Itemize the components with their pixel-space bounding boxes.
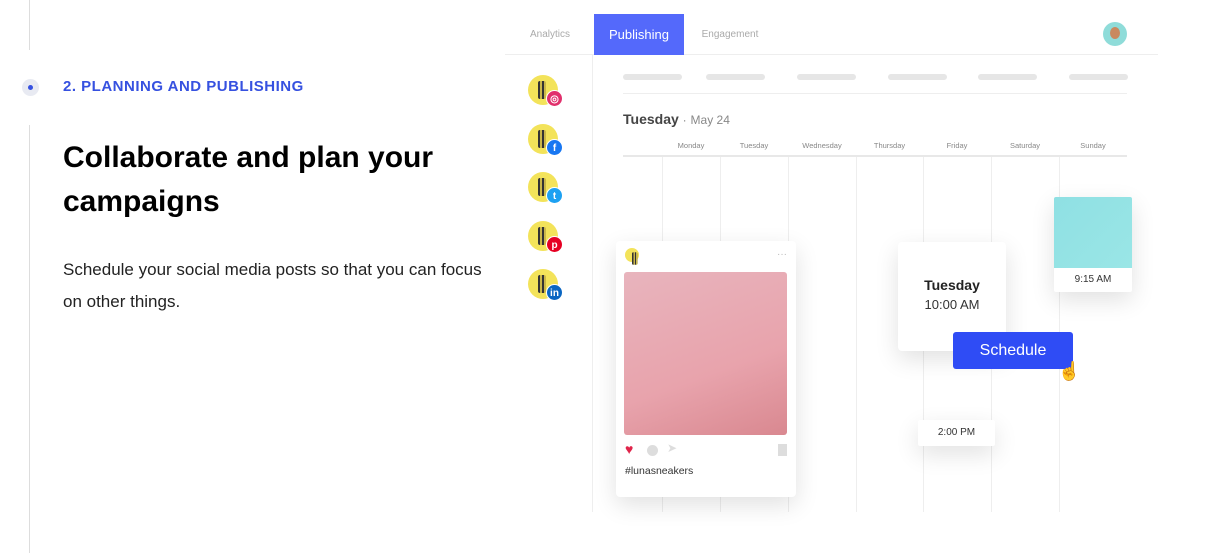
instagram-icon: ◎ [546,90,563,107]
comment-icon[interactable] [647,445,658,456]
weekday-label: Sunday [1080,141,1106,150]
post-account-avatar [625,248,639,265]
scheduled-post-card[interactable]: 9:15 AM [1054,197,1132,292]
tab-publishing[interactable]: Publishing [594,14,684,55]
heart-icon[interactable]: ♥ [625,441,633,457]
post-image [624,272,787,435]
section-body: Schedule your social media posts so that… [63,260,482,311]
pinterest-icon: p [546,235,563,253]
sneaker-image [1054,197,1132,268]
share-icon[interactable]: ➤ [667,441,677,455]
tab-bar: Analytics Publishing Engagement [505,14,1158,55]
tab-analytics[interactable]: Analytics [520,14,580,55]
weekday-label: Saturday [1009,141,1041,150]
weekday-label: Tuesday [739,141,769,150]
tab-engagement[interactable]: Engagement [695,14,765,55]
schedule-button[interactable]: Schedule [953,332,1073,369]
user-avatar[interactable] [1103,22,1127,46]
weekday-label: Wednesday [802,141,842,150]
accounts-sidebar: ◎ f t p in [505,55,593,512]
section-title: Collaborate and plan your campaigns [63,141,434,218]
weekday-label: Friday [946,141,968,150]
bookmark-icon[interactable] [778,444,787,456]
timeline-dot [22,79,39,96]
account-linkedin[interactable]: in [528,269,563,301]
section-eyebrow: 2. PLANNING AND PUBLISHING [63,78,304,95]
schedule-time: 10:00 AM [924,297,980,312]
more-icon[interactable]: ··· [777,249,787,260]
twitter-icon: t [546,187,563,204]
post-preview-card[interactable]: ··· ♥ ➤ #lunasneakers [616,241,796,497]
weekday-label: Monday [677,141,705,150]
facebook-icon: f [546,138,563,156]
hand-cursor-icon: ☝ [1058,361,1081,381]
app-mockup: Analytics Publishing Engagement ◎ f t p in T… [505,14,1158,512]
current-date: Tuesday · May 24 [623,111,730,127]
weekday-label: Thursday [873,141,906,150]
timeline-line [29,125,30,553]
time-slot-2pm[interactable]: 2:00 PM [918,420,995,446]
calendar-column-line [856,156,857,512]
slot-time: 9:15 AM [1074,274,1112,285]
linkedin-icon: in [546,284,563,301]
account-instagram[interactable]: ◎ [528,75,563,107]
account-facebook[interactable]: f [528,123,563,156]
post-hashtag: #lunasneakers [625,465,694,477]
timeline-line [29,0,30,50]
schedule-day: Tuesday [924,277,980,293]
account-pinterest[interactable]: p [528,220,563,253]
account-twitter[interactable]: t [528,172,563,204]
